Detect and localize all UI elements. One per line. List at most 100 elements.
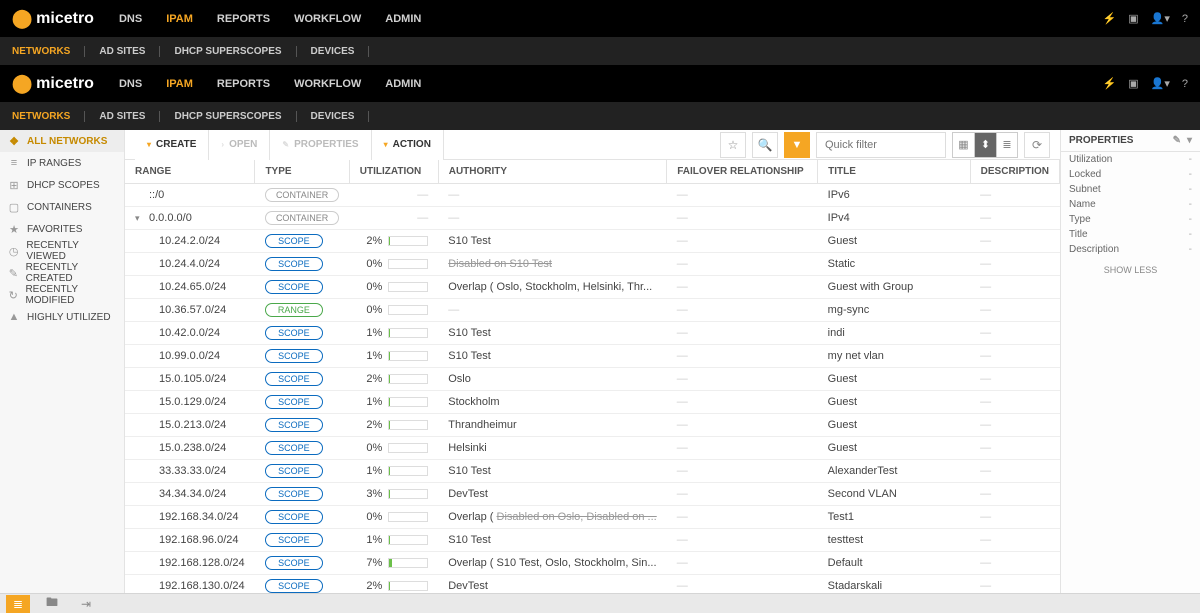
sidebar-item-recently-modified[interactable]: ↻RECENTLY MODIFIED [0,284,124,306]
filter-button[interactable]: ▼ [784,132,810,158]
type-badge: SCOPE [265,395,323,409]
property-key: Description [1069,244,1119,255]
subnav-devices[interactable]: DEVICES [297,46,370,57]
brand-logo[interactable]: ⬤micetro [12,8,94,29]
sidebar-item-recently-viewed[interactable]: ◷RECENTLY VIEWED [0,240,124,262]
property-value: - [1189,214,1192,225]
edit-icon[interactable]: ✎ [1173,135,1181,146]
sidebar-icon: ≡ [8,157,20,169]
sidebar-item-dhcp-scopes[interactable]: ⊞DHCP SCOPES [0,174,124,196]
create-button[interactable]: ▾CREATE [135,130,209,160]
table-row[interactable]: ▾0.0.0.0/0CONTAINER———IPv4— [125,207,1060,230]
col-desc[interactable]: DESCRIPTION [970,160,1059,184]
topbar: ⬤micetro DNS IPAM REPORTS WORKFLOW ADMIN ⚡ ▣… [0,0,1200,37]
type-badge: SCOPE [265,372,323,386]
table-row[interactable]: 15.0.105.0/24SCOPE2%Oslo—Guest— [125,368,1060,391]
sidebar-item-all-networks[interactable]: ❖ALL NETWORKS [0,130,124,152]
brand-logo[interactable]: ⬤micetro [12,73,94,94]
table-row[interactable]: 10.24.2.0/24SCOPE2%S10 Test—Guest— [125,230,1060,253]
footer-detail-icon[interactable]: ⇥ [74,595,98,613]
bolt-icon[interactable]: ⚡ [1103,77,1117,90]
nav-ipam[interactable]: IPAM [166,78,193,90]
sidebar-label: HIGHLY UTILIZED [27,312,111,323]
type-badge: SCOPE [265,487,323,501]
favorite-button[interactable]: ☆ [720,132,746,158]
user-menu-icon[interactable]: 👤▾ [1151,12,1170,25]
table-row[interactable]: 10.42.0.0/24SCOPE1%S10 Test—indi— [125,322,1060,345]
property-key: Name [1069,199,1096,210]
expand-icon[interactable]: ▾ [135,213,145,224]
table-row[interactable]: 15.0.213.0/24SCOPE2%Thrandheimur—Guest— [125,414,1060,437]
logo-icon: ⬤ [12,73,32,94]
sidebar-icon: ★ [8,223,20,236]
table-row[interactable]: 15.0.129.0/24SCOPE1%Stockholm—Guest— [125,391,1060,414]
col-range[interactable]: RANGE [125,160,255,184]
table-row[interactable]: 192.168.96.0/24SCOPE1%S10 Test—testtest— [125,529,1060,552]
camera-icon[interactable]: ▣ [1128,77,1138,90]
type-badge: CONTAINER [265,211,339,225]
search-button[interactable]: 🔍 [752,132,778,158]
nav-admin[interactable]: ADMIN [385,78,421,90]
nav-dns[interactable]: DNS [119,13,142,25]
primary-nav: DNS IPAM REPORTS WORKFLOW ADMIN [119,78,421,90]
nav-reports[interactable]: REPORTS [217,78,270,90]
action-button[interactable]: ▾ACTION [372,130,444,160]
footer-folder-icon[interactable]: 🖿 [40,595,64,613]
type-badge: SCOPE [265,349,323,363]
subnav-ad-sites[interactable]: AD SITES [85,46,160,57]
subnav-dhcp-superscopes[interactable]: DHCP SUPERSCOPES [160,46,296,57]
type-badge: SCOPE [265,418,323,432]
table-row[interactable]: 10.36.57.0/24RANGE0%——mg-sync— [125,299,1060,322]
nav-reports[interactable]: REPORTS [217,13,270,25]
table-row[interactable]: 34.34.34.0/24SCOPE3%DevTest—Second VLAN— [125,483,1060,506]
sidebar-item-ip-ranges[interactable]: ≡IP RANGES [0,152,124,174]
sidebar-item-highly-utilized[interactable]: ▲ HIGHLY UTILIZED [0,306,124,328]
type-badge: SCOPE [265,234,323,248]
sidebar-item-containers[interactable]: ▢CONTAINERS [0,196,124,218]
col-type[interactable]: TYPE [255,160,349,184]
bolt-icon[interactable]: ⚡ [1103,12,1117,25]
collapse-icon[interactable]: ▾ [1187,135,1192,146]
header-actions: ⚡ ▣ 👤▾ ? [1103,12,1188,25]
table-row[interactable]: 192.168.34.0/24SCOPE0%Overlap ( Disabled… [125,506,1060,529]
subnav-networks[interactable]: NETWORKS [12,46,85,57]
subnav-dhcp-superscopes[interactable]: DHCP SUPERSCOPES [160,111,296,122]
sidebar-item-favorites[interactable]: ★FAVORITES [0,218,124,240]
table-row[interactable]: 10.99.0.0/24SCOPE1%S10 Test—my net vlan— [125,345,1060,368]
subnav-devices[interactable]: DEVICES [297,111,370,122]
table-row[interactable]: 192.168.128.0/24SCOPE7%Overlap ( S10 Tes… [125,552,1060,575]
nav-dns[interactable]: DNS [119,78,142,90]
nav-workflow[interactable]: WORKFLOW [294,13,361,25]
col-auth[interactable]: AUTHORITY [438,160,667,184]
col-title[interactable]: TITLE [818,160,970,184]
camera-icon[interactable]: ▣ [1128,12,1138,25]
action-label: ACTION [393,139,431,150]
table-row[interactable]: 10.24.65.0/24SCOPE0%Overlap ( Oslo, Stoc… [125,276,1060,299]
sidebar-item-recently-created[interactable]: ✎RECENTLY CREATED [0,262,124,284]
type-badge: SCOPE [265,326,323,340]
col-fail[interactable]: FAILOVER RELATIONSHIP [667,160,818,184]
view-list-button[interactable]: ≣ [996,132,1018,158]
table-row[interactable]: 10.24.4.0/24SCOPE0%Disabled on S10 Test—… [125,253,1060,276]
quick-filter-input[interactable] [816,132,946,158]
help-icon[interactable]: ? [1182,78,1188,90]
subnav-networks[interactable]: NETWORKS [12,111,85,122]
view-tree-button[interactable]: ⬍ [974,132,996,158]
table-row[interactable]: ::/0CONTAINER———IPv6— [125,184,1060,207]
help-icon[interactable]: ? [1182,13,1188,25]
table-row[interactable]: 15.0.238.0/24SCOPE0%Helsinki—Guest— [125,437,1060,460]
refresh-button[interactable]: ⟳ [1024,132,1050,158]
property-value: - [1189,244,1192,255]
show-less-link[interactable]: SHOW LESS [1061,257,1200,283]
nav-workflow[interactable]: WORKFLOW [294,78,361,90]
nav-ipam[interactable]: IPAM [166,13,193,25]
footer-list-icon[interactable]: ≣ [6,595,30,613]
subnav-ad-sites[interactable]: AD SITES [85,111,160,122]
sidebar-icon: ▲ [8,311,20,323]
property-row: Type- [1061,212,1200,227]
user-menu-icon[interactable]: 👤▾ [1151,77,1170,90]
table-row[interactable]: 33.33.33.0/24SCOPE1%S10 Test—AlexanderTe… [125,460,1060,483]
nav-admin[interactable]: ADMIN [385,13,421,25]
col-util[interactable]: UTILIZATION [349,160,438,184]
view-grid-button[interactable]: ▦ [952,132,974,158]
